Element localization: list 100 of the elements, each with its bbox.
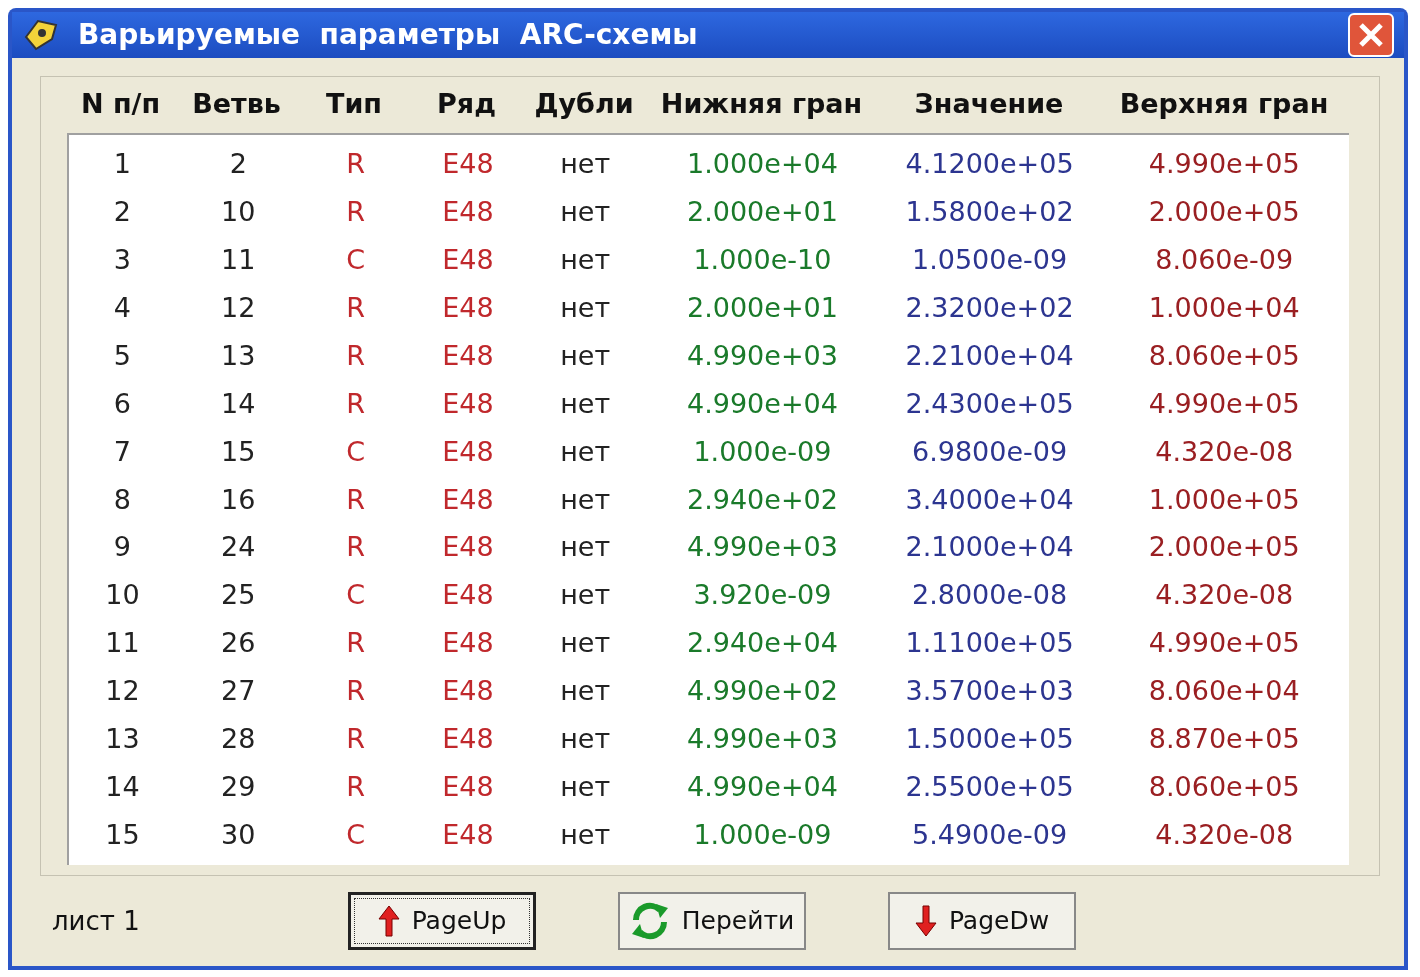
table-cell-text: 4.320e-08 — [1154, 578, 1295, 613]
table-cell-text: 1 — [112, 147, 132, 182]
close-icon — [1358, 21, 1384, 48]
table-cell-text: 16 — [220, 482, 257, 517]
nav-button[interactable]: PageDw — [888, 892, 1076, 950]
table-cell-text: нет — [559, 291, 612, 325]
table-cell-text: E48 — [441, 482, 495, 517]
table-cell-text: E48 — [441, 195, 495, 230]
table-cell-text: 11 — [104, 626, 141, 661]
table-cell-text: 7 — [112, 434, 132, 469]
table-cell-text: 2.8000e-08 — [911, 578, 1069, 613]
table-cell-text: 2.1000e+04 — [904, 530, 1075, 565]
table-cell-text: 15 — [220, 434, 257, 469]
table-cell-text: 2.000e+01 — [686, 291, 839, 325]
table-cell-text: 8.060e-09 — [1154, 243, 1295, 278]
table-cell-text: 4.320e-08 — [1154, 434, 1295, 469]
table-cell-text: R — [345, 291, 366, 325]
column-header: Нижняя гран — [659, 87, 864, 122]
table-cell-text: нет — [559, 578, 612, 613]
table-cell-text: E48 — [441, 530, 495, 565]
table-cell-text: 4.990e+03 — [686, 722, 839, 756]
table-cell-text: нет — [559, 769, 612, 804]
down-arrow-icon — [914, 905, 937, 937]
table-cell-text: 2.4300e+05 — [904, 386, 1075, 421]
table-cell-text: нет — [559, 817, 612, 852]
table-cell-text: 4.990e+05 — [1147, 147, 1301, 182]
table-cell-text: 8.060e+05 — [1147, 769, 1301, 804]
close-button[interactable] — [1348, 12, 1394, 57]
table-cell-text: 5 — [112, 338, 132, 373]
table-cell-text: R — [345, 386, 366, 421]
table-cell-text: E48 — [441, 434, 495, 469]
column-header: Ветвь — [191, 87, 282, 122]
table-cell-text: E48 — [441, 386, 495, 421]
table-cell-text: E48 — [441, 817, 495, 852]
table-cell-text: R — [345, 338, 366, 373]
table-cell-text: 3 — [112, 243, 132, 278]
table-cell-text: 1.1100e+05 — [904, 626, 1075, 661]
table-cell-text: 2.5500e+05 — [904, 769, 1075, 804]
table-cell-text: нет — [559, 434, 612, 469]
table-cell-text: R — [345, 195, 366, 230]
column-header: Дубли — [533, 87, 635, 122]
table-cell-text: 4 — [112, 291, 132, 325]
table-cell-text: E48 — [441, 147, 495, 182]
table-cell-text: C — [345, 434, 366, 469]
table-cell-text: 3.4000e+04 — [904, 482, 1075, 517]
column-header: Значение — [913, 87, 1065, 122]
table-cell-text: нет — [559, 243, 612, 278]
table-cell-text: C — [345, 243, 366, 278]
table-cell-text: R — [345, 769, 366, 804]
column-header: Тип — [325, 87, 383, 122]
up-arrow-icon — [377, 905, 400, 937]
table-cell-text: 2.000e+05 — [1147, 195, 1301, 230]
table-cell-text: нет — [559, 626, 612, 661]
table-cell-text: R — [345, 530, 366, 565]
table-cell-text: 9 — [112, 530, 132, 565]
table-cell-text: E48 — [441, 578, 495, 613]
table-cell-text: R — [345, 626, 366, 661]
table-cell-text: нет — [559, 674, 612, 709]
table-cell-text: E48 — [441, 626, 495, 661]
table-cell-text: нет — [559, 722, 612, 756]
table-cell-text: 1.000e+05 — [1147, 482, 1301, 517]
table-cell-text: 2 — [228, 147, 248, 182]
column-header: Верхняя гран — [1118, 87, 1330, 122]
table-cell-text: 2.3200e+02 — [904, 291, 1075, 325]
table-cell-text: E48 — [441, 674, 495, 709]
window-title: Варьируемые параметры ARC-схемы — [78, 16, 699, 53]
table-cell-text: E48 — [441, 338, 495, 373]
refresh-icon — [629, 902, 670, 940]
table-cell-text: 8.870e+05 — [1147, 722, 1301, 756]
table-cell-text: 4.990e+05 — [1147, 626, 1301, 661]
column-header: N п/п — [79, 87, 162, 122]
nav-button[interactable]: Перейти — [618, 892, 806, 950]
table-cell-text: 6 — [112, 386, 132, 421]
table-cell-text: 15 — [104, 817, 141, 852]
table-cell-text: 4.990e+03 — [686, 530, 839, 565]
table-cell-text: 3.5700e+03 — [904, 674, 1075, 709]
table-cell-text: нет — [559, 147, 612, 182]
table-cell-text: E48 — [441, 243, 495, 278]
table-cell-text: 14 — [220, 386, 257, 421]
table-cell-text: R — [345, 674, 366, 709]
table-cell-text: 1.000e+04 — [686, 147, 839, 182]
nav-button[interactable]: PageUp — [348, 892, 536, 950]
table-cell-text: 2 — [112, 195, 132, 230]
table-cell-text: 2.2100e+04 — [904, 338, 1075, 373]
table-cell-text: C — [345, 578, 366, 613]
table-cell-text: 1.000e+04 — [1147, 291, 1301, 325]
table-cell-text: 30 — [220, 817, 257, 852]
table-cell-text: 8 — [112, 482, 132, 517]
table-cell-text: 4.990e+02 — [686, 674, 839, 709]
table-cell-text: 2.000e+05 — [1147, 530, 1301, 565]
table-cell-text: 8.060e+05 — [1147, 338, 1301, 373]
table-cell-text: 11 — [220, 243, 257, 278]
table-cell-text: 10 — [220, 195, 257, 230]
table-cell-text: нет — [559, 482, 612, 517]
table-cell-text: 1.000e-10 — [692, 243, 833, 278]
table-cell-text: E48 — [441, 722, 495, 756]
table-cell-text: 1.5000e+05 — [904, 722, 1075, 756]
table-cell-text: 3.920e-09 — [692, 578, 833, 613]
table-cell-text: 4.320e-08 — [1154, 817, 1295, 852]
table-cell-text: 28 — [220, 722, 257, 756]
